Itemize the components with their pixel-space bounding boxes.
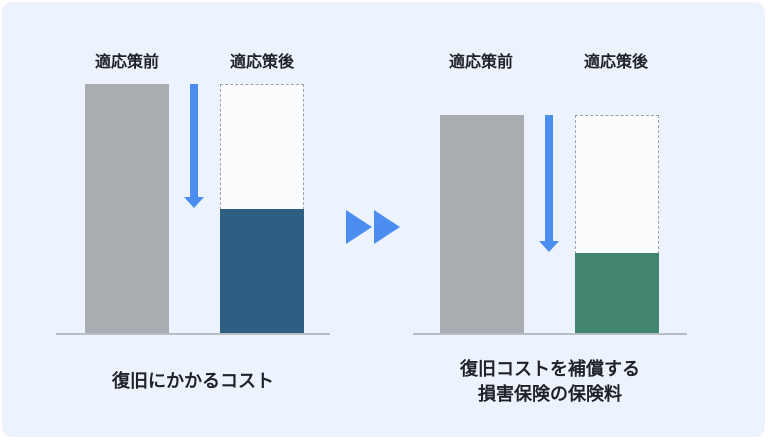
left-reduction-arrow-down-icon — [184, 84, 204, 208]
right-reduction-arrow-down-icon — [539, 115, 559, 252]
diagram-overlay — [184, 84, 559, 252]
double-triangle-right-icon — [346, 210, 400, 244]
